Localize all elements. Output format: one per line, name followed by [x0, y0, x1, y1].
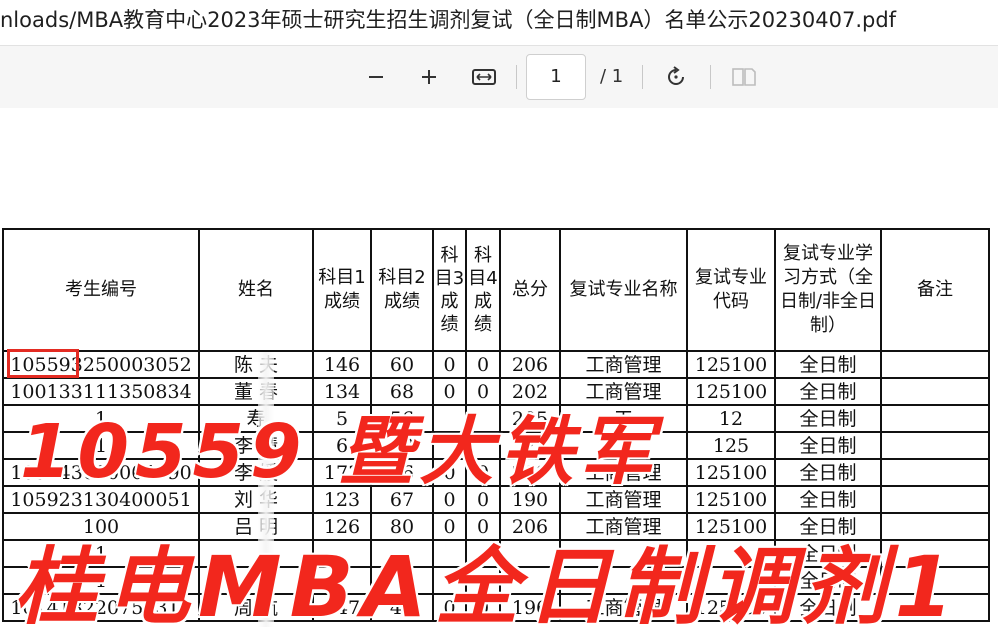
document-title: nloads/MBA教育中心2023年硕士研究生招生调剂复试（全日制MBA）名单… — [0, 8, 897, 32]
cell-note — [880, 431, 990, 460]
cell-note — [880, 350, 990, 379]
cell-subject1: 146 — [312, 350, 372, 379]
cell-major-code: 125100 — [686, 485, 776, 514]
two-page-view-button[interactable] — [726, 60, 762, 94]
zoom-out-icon — [369, 76, 383, 78]
fit-width-icon — [472, 69, 496, 85]
cell-major-code: 125100 — [686, 350, 776, 379]
table-row: 105593250003052 陈 夫 146 60 0 0 206 工商管理 125100 全日… — [2, 350, 990, 379]
cell-note — [880, 377, 990, 406]
zoom-in-icon — [422, 70, 436, 84]
cell-note — [880, 404, 990, 433]
rotate-button[interactable] — [658, 60, 694, 94]
cell-study-mode: 全日制 — [774, 458, 882, 487]
table-header-row: 考生编号 姓名 科目1成绩 科目2成绩 科目3成绩 科目4成绩 总分 复试专业名… — [2, 228, 990, 352]
page-total: / 1 — [600, 66, 624, 87]
cell-note — [880, 458, 990, 487]
header-note: 备注 — [880, 228, 990, 352]
cell-study-mode: 全日制 — [774, 404, 882, 433]
toolbar-divider — [710, 65, 711, 89]
overlay-caption-line1: 10559 暨大铁军 — [18, 408, 660, 497]
cell-study-mode: 全日制 — [774, 350, 882, 379]
cell-subject2: 60 — [370, 350, 434, 379]
cell-major-code: 125100 — [686, 377, 776, 406]
cell-total: 206 — [499, 350, 561, 379]
cell-subject3: 0 — [432, 350, 467, 379]
pdf-toolbar: / 1 — [0, 45, 998, 109]
highlight-box — [7, 349, 79, 378]
cell-name: 陈 夫 — [198, 350, 314, 379]
cell-study-mode: 全日制 — [774, 431, 882, 460]
cell-major-name: 工商管理 — [559, 350, 688, 379]
cell-major-code: 125100 — [686, 458, 776, 487]
zoom-out-button[interactable] — [358, 60, 394, 94]
cell-study-mode: 全日制 — [774, 377, 882, 406]
header-major-code: 复试专业代码 — [686, 228, 776, 352]
cell-major-code: 12 — [686, 404, 776, 433]
fit-width-button[interactable] — [466, 60, 502, 94]
rotate-icon — [668, 66, 684, 85]
header-major-name: 复试专业名称 — [559, 228, 688, 352]
overlay-caption-line2: 桂电MBA全日制调剂1 — [12, 537, 962, 638]
header-study-mode: 复试专业学习方式（全日制/非全日制） — [774, 228, 882, 352]
header-exam-id: 考生编号 — [2, 228, 200, 352]
title-bar: nloads/MBA教育中心2023年硕士研究生招生调剂复试（全日制MBA）名单… — [0, 0, 998, 38]
zoom-in-button[interactable] — [411, 60, 447, 94]
toolbar-divider — [516, 65, 517, 89]
header-subject1: 科目1成绩 — [312, 228, 372, 352]
header-total: 总分 — [499, 228, 561, 352]
cell-study-mode: 全日制 — [774, 485, 882, 514]
page-number-input[interactable] — [526, 54, 586, 100]
header-name: 姓名 — [198, 228, 314, 352]
two-page-icon — [732, 68, 756, 86]
cell-note — [880, 485, 990, 514]
header-subject4: 科目4成绩 — [465, 228, 501, 352]
cell-major-code: 125 — [686, 431, 776, 460]
cell-subject4: 0 — [465, 350, 501, 379]
header-subject3: 科目3成绩 — [432, 228, 467, 352]
header-subject2: 科目2成绩 — [370, 228, 434, 352]
toolbar-divider — [642, 65, 643, 89]
